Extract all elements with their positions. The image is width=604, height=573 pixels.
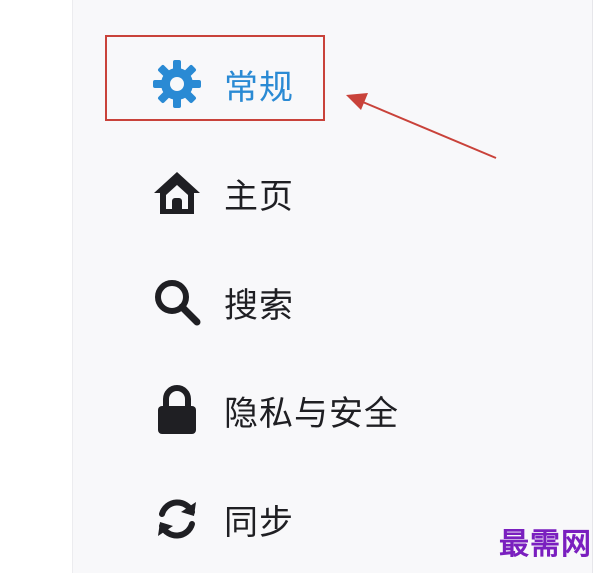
content-divider <box>592 0 604 573</box>
sidebar-item-label: 主页 <box>224 176 294 217</box>
watermark-text: 最需网 <box>499 527 592 562</box>
home-icon <box>148 164 206 222</box>
gear-icon <box>148 55 206 113</box>
sidebar-item-label: 同步 <box>224 502 294 543</box>
sidebar-item-general[interactable]: 常规 <box>148 54 294 114</box>
lock-icon <box>148 381 206 439</box>
sidebar-item-privacy-security[interactable]: 隐私与安全 <box>148 380 399 440</box>
sidebar-item-label: 常规 <box>224 67 294 108</box>
sidebar-item-search[interactable]: 搜索 <box>148 272 294 332</box>
sidebar-item-sync[interactable]: 同步 <box>148 489 294 549</box>
content-pane <box>0 0 72 573</box>
sidebar-item-home[interactable]: 主页 <box>148 163 294 223</box>
sync-icon <box>148 490 206 548</box>
sidebar-item-label: 搜索 <box>224 285 294 326</box>
sidebar-item-label: 隐私与安全 <box>224 393 399 434</box>
search-icon <box>148 273 206 331</box>
